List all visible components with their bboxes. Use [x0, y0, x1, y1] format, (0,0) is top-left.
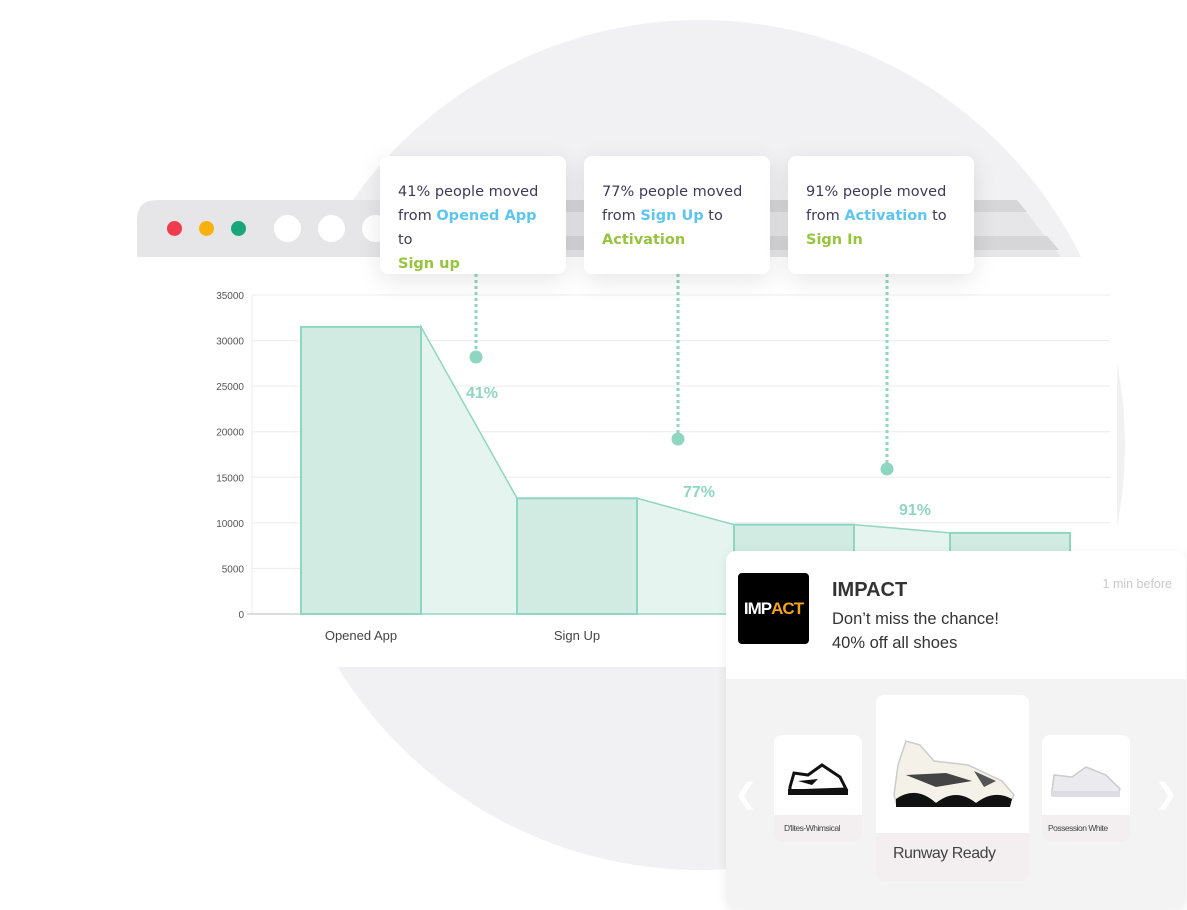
shoe-image	[893, 740, 1015, 807]
funnel-bar	[300, 325, 422, 615]
message-line: Don’t miss the chance!	[832, 610, 999, 628]
conversion-label: 91%	[899, 502, 931, 519]
y-tick-label: 5000	[222, 564, 245, 575]
y-tick-label: 10000	[216, 519, 244, 530]
shoe-image	[788, 763, 849, 795]
tooltip-text: 41% people moved	[398, 184, 539, 200]
tooltip-text: from	[398, 208, 432, 224]
chevron-left-icon[interactable]: ❮	[734, 777, 757, 810]
product-card-featured[interactable]: Runway Ready	[876, 695, 1029, 881]
leader-dot	[469, 350, 483, 364]
tooltip-text: 91% people moved	[806, 184, 947, 200]
leader-dot	[880, 462, 894, 476]
brand-logo: IMP ACT	[738, 573, 809, 644]
tooltip-text: to	[398, 232, 413, 248]
conversion-tooltip: 41% people moved from Opened App to Sign…	[380, 156, 566, 274]
to-stage: Sign up	[398, 256, 460, 272]
product-name: Runway Ready	[876, 833, 1029, 881]
message-line: 40% off all shoes	[832, 634, 958, 652]
y-tick-label: 25000	[216, 382, 244, 393]
tooltip-text: to	[932, 208, 947, 224]
tooltip-text: 77% people moved	[602, 184, 743, 200]
notification-message: Don’t miss the chance! 40% off all shoes	[832, 607, 999, 655]
product-name: D'lites-Whimsical	[774, 815, 862, 842]
y-tick-label: 0	[238, 610, 244, 621]
x-tick-label: Sign Up	[554, 628, 600, 643]
tooltip-text: from	[806, 208, 840, 224]
shoe-image	[1051, 766, 1121, 797]
y-tick-label: 20000	[216, 428, 244, 439]
tooltip-text: to	[708, 208, 723, 224]
funnel-bar	[516, 497, 638, 615]
conversion-label: 77%	[683, 484, 715, 501]
from-stage: Sign Up	[640, 208, 704, 224]
push-notification[interactable]: IMP ACT IMPACT 1 min before Don’t miss th…	[726, 551, 1186, 909]
notification-title: IMPACT	[832, 579, 908, 601]
chevron-right-icon[interactable]: ❯	[1155, 777, 1178, 810]
notification-time: 1 min before	[1102, 577, 1172, 591]
product-name: Possession White	[1042, 815, 1130, 842]
y-tick-label: 15000	[216, 473, 244, 484]
conversion-tooltip: 77% people moved from Sign Up to Activat…	[584, 156, 770, 274]
conversion-tooltip: 91% people moved from Activation to Sign…	[788, 156, 974, 274]
leader-dot	[671, 432, 685, 446]
funnel-connector	[636, 497, 735, 615]
y-tick-label: 35000	[216, 291, 244, 302]
product-card[interactable]: D'lites-Whimsical	[774, 735, 862, 842]
to-stage: Sign In	[806, 232, 863, 248]
notification-header: IMP ACT IMPACT 1 min before Don’t miss th…	[726, 551, 1186, 679]
product-card[interactable]: Possession White	[1042, 735, 1130, 842]
conversion-label: 41%	[466, 385, 498, 402]
from-stage: Activation	[844, 208, 928, 224]
from-stage: Opened App	[436, 208, 537, 224]
y-tick-label: 30000	[216, 337, 244, 348]
x-tick-label: Opened App	[325, 628, 397, 643]
funnel-connector	[420, 324, 518, 615]
tooltip-text: from	[602, 208, 636, 224]
to-stage: Activation	[602, 232, 686, 248]
